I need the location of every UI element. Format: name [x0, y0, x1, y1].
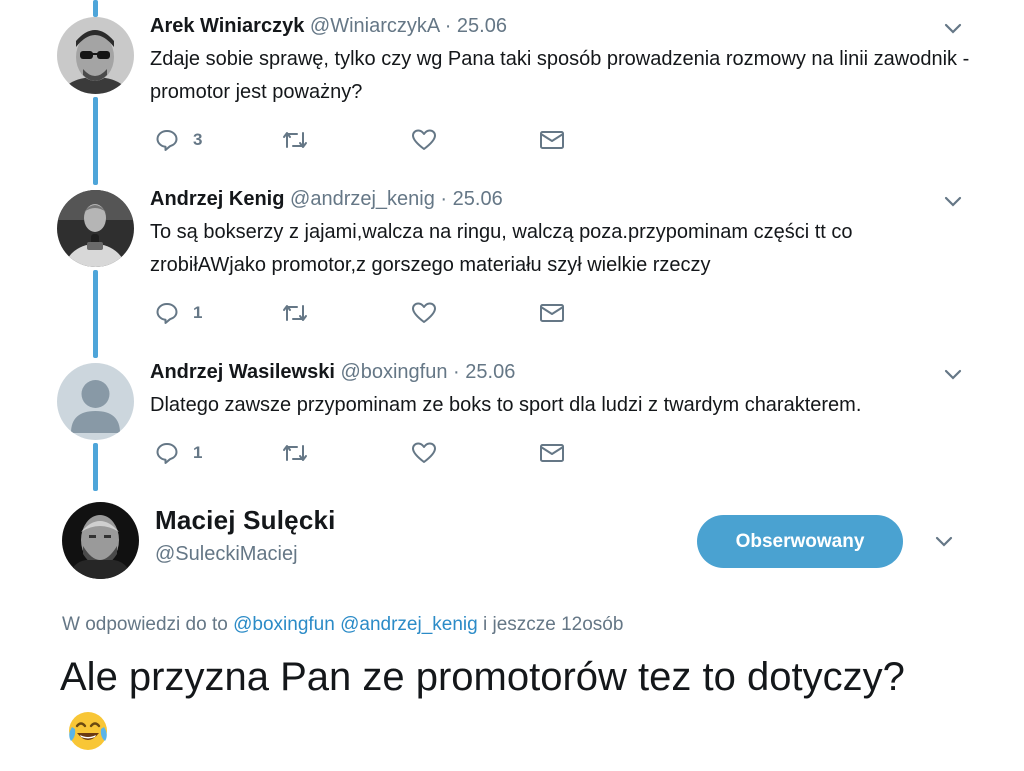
reply-button[interactable]: 1 — [155, 441, 281, 465]
retweet-icon — [283, 445, 307, 461]
heart-icon — [412, 442, 436, 463]
reply-count: 1 — [193, 443, 203, 462]
following-button[interactable]: Obserwowany — [697, 515, 903, 568]
avatar[interactable] — [57, 363, 134, 440]
like-button[interactable] — [411, 441, 539, 465]
envelope-icon — [540, 444, 564, 462]
reply-context-prefix: W odpowiedzi do to — [62, 614, 228, 635]
author-name[interactable]: Andrzej Wasilewski — [150, 361, 335, 383]
author-name[interactable]: Maciej Sulęcki — [155, 505, 336, 536]
reply-icon — [156, 443, 178, 464]
tweet-text-content: Ale przyzna Pan ze promotorów tez to dot… — [60, 655, 905, 699]
avatar[interactable] — [62, 502, 139, 579]
bearded-man-avatar-icon — [62, 502, 139, 579]
separator: · — [453, 361, 460, 383]
tweet-date[interactable]: 25.06 — [465, 361, 515, 383]
reply-context: W odpowiedzi do to @boxingfun @andrzej_k… — [62, 614, 623, 636]
chevron-down-icon[interactable] — [933, 530, 955, 552]
message-button[interactable] — [539, 442, 565, 464]
default-user-avatar-icon — [57, 363, 134, 440]
tweet-text: Dlatego zawsze przypominam ze boks to sp… — [150, 394, 862, 416]
author-handle[interactable]: @boxingfun — [340, 361, 447, 383]
reply-context-suffix[interactable]: i jeszcze 12osób — [483, 614, 623, 635]
reply-tweet: Andrzej Wasilewski @boxingfun · 25.06 Dl… — [0, 0, 990, 490]
mention-link[interactable]: @boxingfun — [233, 614, 335, 635]
retweet-button[interactable] — [281, 441, 411, 465]
mention-link[interactable]: @andrzej_kenig — [340, 614, 478, 635]
author-handle[interactable]: @SuleckiMaciej — [155, 543, 298, 566]
face-with-tears-of-joy-icon — [66, 709, 110, 768]
tweet-text: Ale przyzna Pan ze promotorów tez to dot… — [60, 650, 960, 768]
chevron-down-icon[interactable] — [942, 363, 964, 385]
